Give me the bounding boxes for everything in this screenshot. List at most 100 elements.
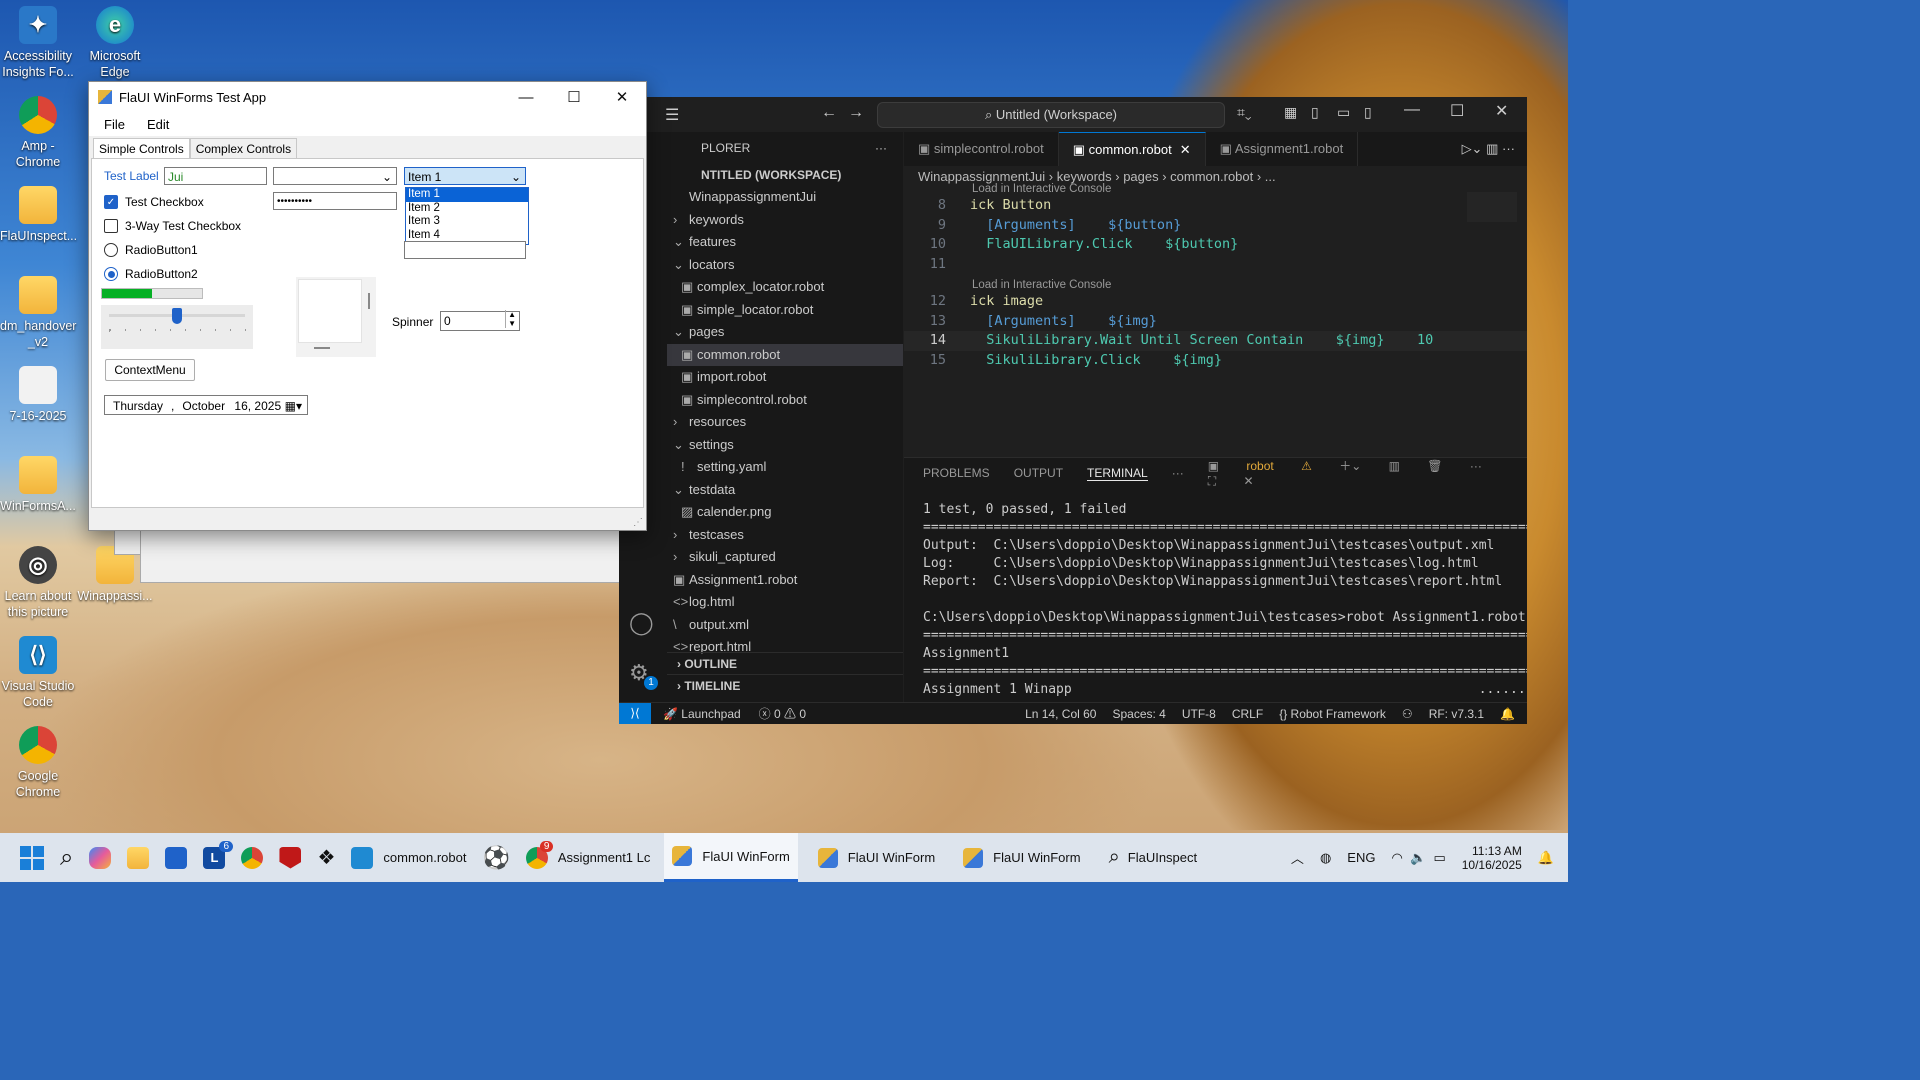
three-way-checkbox[interactable]: 3-Way Test Checkbox: [104, 219, 241, 233]
resize-grip-icon[interactable]: ⋰: [633, 517, 643, 528]
cursor-position[interactable]: Ln 14, Col 60: [1025, 707, 1096, 721]
tab-output[interactable]: OUTPUT: [1014, 466, 1063, 480]
taskbar-app-flaui-3[interactable]: FlaUI WinForm: [955, 833, 1088, 882]
indentation[interactable]: Spaces: 4: [1112, 707, 1165, 721]
problems-count[interactable]: ⓧ 0 ⚠ 0: [759, 705, 806, 722]
tree-item[interactable]: ⌄ features: [667, 231, 903, 254]
scroll-panel[interactable]: [296, 277, 376, 357]
notifications-bell-icon[interactable]: 🔔: [1530, 833, 1568, 882]
tree-item[interactable]: ⌄ testdata: [667, 479, 903, 502]
menu-edit[interactable]: Edit: [139, 117, 177, 132]
tree-item[interactable]: ▣ import.robot: [667, 366, 903, 389]
tree-item[interactable]: <>log.html: [667, 591, 903, 614]
soccer-ball-icon[interactable]: ⚽: [474, 833, 517, 882]
spinner-arrows-icon[interactable]: ▲ ▼: [505, 310, 518, 328]
file-explorer-icon[interactable]: [119, 833, 157, 882]
store-icon[interactable]: [157, 833, 195, 882]
add-terminal-icon[interactable]: ＋⌄: [1339, 459, 1361, 473]
calendar-icon[interactable]: ▦▾: [285, 396, 302, 416]
desktop-icon-learn-about-picture[interactable]: ◎ Learn about this picture: [0, 546, 76, 620]
tab-common[interactable]: ▣ common.robot ✕: [1058, 132, 1206, 166]
tree-item[interactable]: ⌄ locators: [667, 254, 903, 277]
layout-icon[interactable]: ▦: [1284, 104, 1297, 121]
desktop-icon-dm-handover[interactable]: dm_handover _v2: [0, 276, 76, 350]
more-actions-icon[interactable]: ···: [1502, 141, 1515, 156]
date-time-picker[interactable]: Thursday, October 16, 2025 ▦▾: [104, 395, 308, 415]
password-box[interactable]: ••••••••••: [273, 192, 397, 210]
mcafee-icon[interactable]: [271, 833, 309, 882]
maximize-icon[interactable]: ☐: [550, 88, 598, 106]
tree-item[interactable]: ▣ complex_locator.robot: [667, 276, 903, 299]
encoding[interactable]: UTF-8: [1182, 707, 1216, 721]
tree-item[interactable]: ▣ common.robot: [667, 343, 903, 366]
desktop-icon-edge[interactable]: e Microsoft Edge: [77, 6, 153, 80]
workspace-header[interactable]: NTITLED (WORKSPACE): [667, 164, 903, 186]
trash-icon[interactable]: 🗑: [1427, 459, 1442, 473]
horizontal-scrollbar[interactable]: [314, 347, 330, 349]
toggle-sidebar-icon[interactable]: ▯: [1311, 104, 1319, 121]
tree-item[interactable]: WinappassignmentJui: [667, 186, 903, 209]
tree-item[interactable]: ⌄ pages: [667, 321, 903, 344]
code-editor[interactable]: Load in Interactive Console 8 ick Button …: [904, 182, 1527, 370]
maximize-icon[interactable]: ☐: [1450, 101, 1464, 121]
vertical-scrollbar[interactable]: [368, 293, 370, 309]
language-indicator[interactable]: ENG: [1339, 833, 1383, 882]
more-actions-icon[interactable]: ···: [1470, 459, 1482, 473]
toggle-secondary-sidebar-icon[interactable]: ▯: [1364, 104, 1372, 121]
tree-item[interactable]: › testcases: [667, 524, 903, 547]
split-terminal-icon[interactable]: ▥: [1389, 459, 1400, 473]
more-actions-icon[interactable]: ···: [1172, 466, 1184, 480]
l-app-icon[interactable]: L6: [195, 833, 234, 882]
chrome-icon[interactable]: [233, 833, 271, 882]
maximize-panel-icon[interactable]: ⛶: [1208, 474, 1216, 488]
tree-item[interactable]: › sikuli_captured: [667, 546, 903, 569]
tab-assignment1[interactable]: ▣ Assignment1.robot: [1206, 132, 1359, 166]
tab-problems[interactable]: PROBLEMS: [923, 466, 990, 480]
remote-indicator-icon[interactable]: ⟩⟨: [619, 703, 651, 724]
outline-section[interactable]: › OUTLINE: [667, 652, 903, 674]
desktop-icon-vscode[interactable]: ⟨⟩ Visual Studio Code: [0, 636, 76, 710]
list-item[interactable]: Item 4: [406, 229, 528, 243]
list-item[interactable]: Item 1: [406, 188, 528, 202]
radio-button-2[interactable]: RadioButton2: [104, 267, 198, 281]
tree-item[interactable]: ! setting.yaml: [667, 456, 903, 479]
desktop-icon-google-chrome[interactable]: Google Chrome: [0, 726, 76, 800]
account-icon[interactable]: ◯: [629, 610, 654, 636]
test-checkbox[interactable]: ✓ Test Checkbox: [104, 195, 204, 209]
desktop-icon-amp-chrome[interactable]: Amp - Chrome: [0, 96, 76, 170]
timeline-section[interactable]: › TIMELINE: [667, 674, 903, 696]
close-icon[interactable]: ✕: [598, 88, 646, 106]
copilot-icon[interactable]: [81, 833, 119, 882]
copilot-icon[interactable]: ⌗⌄: [1237, 104, 1252, 121]
menu-file[interactable]: File: [96, 117, 133, 132]
desktop-icon-accessibility-insights[interactable]: ✦ Accessibility Insights Fo...: [0, 6, 76, 80]
close-panel-icon[interactable]: ✕: [1243, 474, 1253, 488]
tree-item[interactable]: ▣ simple_locator.robot: [667, 299, 903, 322]
more-actions-icon[interactable]: ···: [875, 132, 887, 164]
tray-status[interactable]: ◠ 🔈 ▭: [1383, 833, 1453, 882]
forward-arrow-icon[interactable]: →: [848, 104, 864, 122]
command-center-search[interactable]: ⌕ Untitled (Workspace): [877, 102, 1225, 128]
tree-item[interactable]: ⌄ settings: [667, 434, 903, 457]
terminal-output[interactable]: 1 test, 0 passed, 1 failed ==============…: [904, 501, 1527, 699]
codelens[interactable]: Load in Interactive Console: [904, 278, 1527, 292]
tree-item[interactable]: › keywords: [667, 209, 903, 232]
run-icon[interactable]: ▷⌄: [1462, 141, 1483, 156]
tab-terminal[interactable]: TERMINAL: [1087, 466, 1148, 481]
clock[interactable]: 11:13 AM 10/16/2025: [1454, 833, 1530, 882]
taskbar-app-flaui-1[interactable]: FlaUI WinForm: [664, 833, 798, 882]
rf-version[interactable]: RF: v7.3.1: [1429, 707, 1484, 721]
tray-overflow-icon[interactable]: ︿: [1283, 833, 1312, 882]
taskbar-app-vscode[interactable]: common.robot: [343, 833, 474, 882]
radio-button-1[interactable]: RadioButton1: [104, 243, 198, 257]
desktop-icon-flauinspect[interactable]: FlaUInspect...: [0, 186, 77, 244]
dropbox-icon[interactable]: ❖: [309, 833, 343, 882]
track-bar[interactable]: [101, 305, 253, 349]
close-icon[interactable]: ✕: [1495, 101, 1508, 121]
desktop-icon-7-16-2025[interactable]: 7-16-2025: [0, 366, 76, 424]
list-item[interactable]: Item 3: [406, 215, 528, 229]
menu-icon[interactable]: ☰: [665, 105, 679, 125]
taskbar-app-flauinspect[interactable]: ⌕ FlaUInspect: [1101, 833, 1206, 882]
start-button[interactable]: [0, 833, 52, 882]
network-globe-icon[interactable]: ◍: [1312, 833, 1339, 882]
